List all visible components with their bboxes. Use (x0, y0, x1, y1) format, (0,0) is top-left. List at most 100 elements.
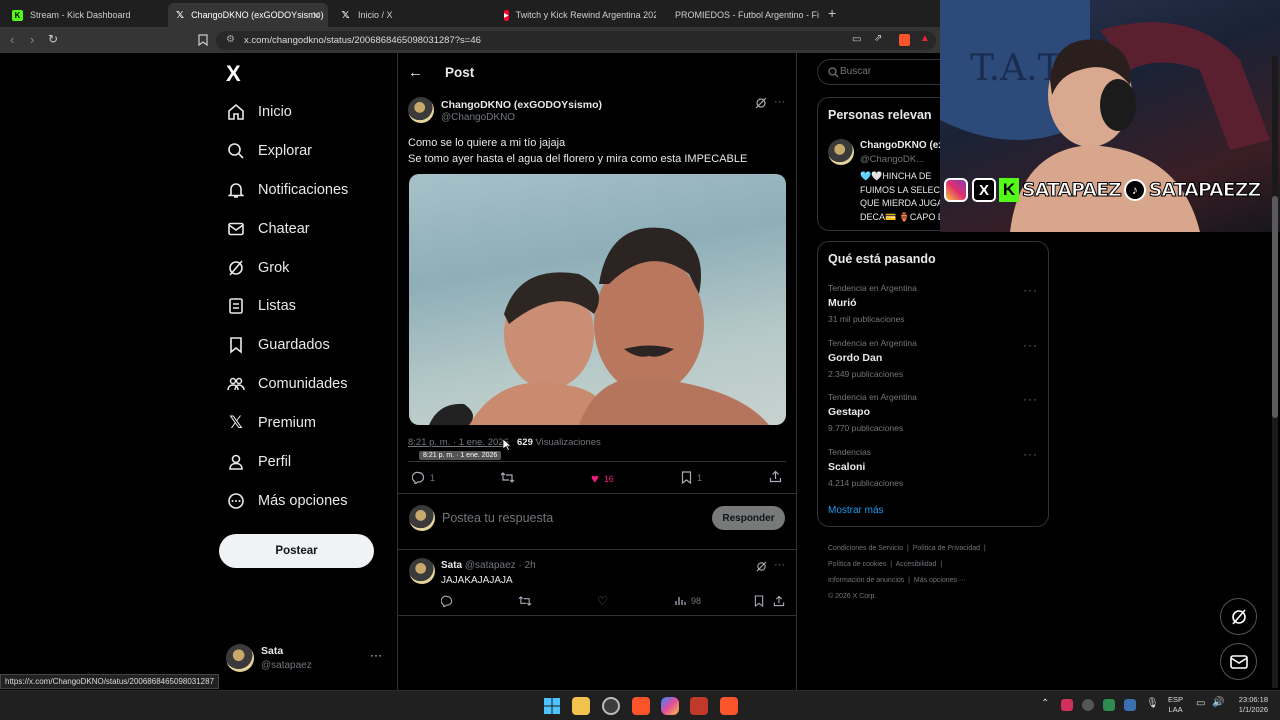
brave-rewards-icon[interactable]: ▲ (920, 33, 930, 44)
sidebar-item-inicio[interactable]: Inicio (226, 96, 292, 128)
app-icon[interactable] (690, 697, 708, 715)
footer-link[interactable]: Política de cookies (828, 561, 886, 568)
tray-app-icon[interactable] (1082, 699, 1094, 711)
site-info-icon[interactable]: ⚙ (226, 34, 235, 45)
footer-link[interactable]: Información de anuncios (828, 577, 904, 584)
messages-floating-button[interactable] (1220, 643, 1257, 680)
sidebar-item-notificaciones[interactable]: Notificaciones (226, 174, 348, 206)
reply-input[interactable]: Postea tu respuesta (442, 511, 553, 525)
avatar[interactable] (409, 558, 435, 584)
sidebar-item-guardados[interactable]: Guardados (226, 329, 330, 361)
reply-author-name[interactable]: Sata (441, 560, 462, 571)
brave-shield-icon[interactable] (899, 34, 910, 46)
reply-bookmark-button[interactable] (754, 595, 764, 607)
trend-item[interactable]: Tendencias Scaloni 4.214 publicaciones ·… (828, 447, 1038, 488)
x-logo-icon[interactable]: X (226, 61, 241, 87)
trend-item[interactable]: Tendencia en Argentina Gordo Dan 2.349 p… (828, 338, 1038, 379)
reply-reply-button[interactable] (441, 595, 453, 607)
sidebar-item-comunidades[interactable]: Comunidades (226, 368, 347, 400)
windows-start-icon[interactable] (543, 697, 561, 715)
reply-views[interactable]: 98 (675, 595, 701, 606)
post-button[interactable]: Postear (219, 534, 374, 568)
reload-icon[interactable]: ↻ (48, 32, 58, 46)
grok-icon[interactable] (756, 560, 767, 575)
search-input[interactable]: Buscar (817, 59, 957, 85)
footer-link[interactable]: Condiciones de Servicio (828, 545, 903, 552)
more-icon[interactable]: ··· (1023, 338, 1038, 352)
more-icon[interactable]: ··· (1023, 447, 1038, 461)
trend-item[interactable]: Tendencia en Argentina Murió 31 mil publ… (828, 283, 1038, 324)
browser-tab-inicio[interactable]: 𝕏 Inicio / X (332, 3, 492, 27)
reply-author-handle[interactable]: @satapaez (465, 560, 516, 571)
cast-icon[interactable]: ▭ (852, 34, 861, 45)
language-indicator[interactable]: ESP LAA (1168, 695, 1183, 715)
new-tab-button[interactable]: + (828, 5, 836, 21)
author-name[interactable]: ChangoDKNO (exGODOYsismo) (441, 99, 602, 111)
relevant-name[interactable]: ChangoDKNO (ex (860, 140, 944, 151)
show-more-link[interactable]: Mostrar más (828, 505, 884, 516)
more-icon[interactable]: ··· (774, 559, 785, 571)
relevant-handle[interactable]: @ChangoDK... (860, 154, 924, 165)
scrollbar[interactable] (1272, 56, 1278, 688)
post-timestamp[interactable]: 8:21 p. m. · 1 ene. 2026 (408, 437, 509, 448)
browser-tab-kick[interactable]: K Stream - Kick Dashboard (4, 3, 168, 27)
reply-share-button[interactable] (773, 595, 785, 607)
brave-icon[interactable] (632, 697, 650, 715)
grok-icon[interactable] (755, 97, 767, 112)
footer-link[interactable]: Política de Privacidad (913, 545, 980, 552)
reply-button[interactable]: 1 (412, 471, 435, 484)
tray-app-icon[interactable] (1124, 699, 1136, 711)
sidebar-item-perfil[interactable]: Perfil (226, 446, 291, 478)
more-icon[interactable]: ··· (370, 648, 382, 662)
post-image[interactable] (409, 174, 786, 425)
sidebar-item-premium[interactable]: 𝕏 Premium (226, 407, 316, 439)
sidebar-item-listas[interactable]: Listas (226, 290, 296, 322)
forward-icon[interactable]: › (30, 32, 34, 47)
grok-floating-button[interactable] (1220, 598, 1257, 635)
volume-icon[interactable]: 🔊 (1212, 697, 1224, 708)
browser-tab-youtube[interactable]: ▶ Twitch y Kick Rewind Argentina 2025 (496, 3, 656, 27)
tray-app-icon[interactable] (1103, 699, 1115, 711)
back-icon[interactable]: ‹ (10, 32, 14, 47)
scrollbar-thumb[interactable] (1272, 196, 1278, 418)
trend-item[interactable]: Tendencia en Argentina Gestapo 9.770 pub… (828, 392, 1038, 433)
reply-button[interactable]: Responder (712, 506, 785, 530)
more-icon[interactable]: ··· (774, 96, 785, 108)
sidebar-item-grok[interactable]: Grok (226, 252, 289, 284)
share-icon[interactable]: ⇗ (874, 33, 882, 44)
like-button[interactable]: ♥ 16 (591, 471, 614, 486)
footer-link[interactable]: Más opciones ··· (914, 577, 966, 584)
author-handle[interactable]: @ChangoDKNO (441, 112, 515, 123)
repost-icon (518, 596, 532, 606)
reply-time[interactable]: · 2h (518, 560, 535, 571)
more-icon[interactable]: ··· (1023, 392, 1038, 406)
sidebar-item-mas-opciones[interactable]: Más opciones (226, 485, 347, 517)
network-icon[interactable]: ▭ (1196, 698, 1205, 709)
account-switcher[interactable]: Sata @satapaez ··· (226, 640, 386, 676)
browser-tab-changodkno[interactable]: 𝕏 ChangoDKNO (exGODOYsismo) ✕ (168, 3, 328, 27)
sidebar-item-explorar[interactable]: Explorar (226, 135, 312, 167)
share-button[interactable] (769, 470, 782, 483)
avatar[interactable] (828, 139, 854, 165)
repost-button[interactable] (500, 471, 519, 484)
reply-repost-button[interactable] (518, 595, 532, 607)
footer-link[interactable]: Accesibilidad (896, 561, 937, 568)
tray-app-icon[interactable] (1061, 699, 1073, 711)
bookmark-page-icon[interactable] (198, 34, 208, 46)
obs-icon[interactable] (602, 697, 620, 715)
tray-chevron-icon[interactable]: ⌃ (1041, 698, 1049, 709)
bookmark-button[interactable]: 1 (681, 471, 702, 484)
file-explorer-icon[interactable] (572, 697, 590, 715)
url-bar[interactable]: ⚙ x.com/changodkno/status/20068684650980… (216, 31, 936, 50)
microphone-icon[interactable]: 🎙 (1146, 698, 1159, 709)
more-icon[interactable]: ··· (1023, 283, 1038, 297)
reply-like-button[interactable]: ♡ (597, 594, 608, 608)
clock[interactable]: 23:06:18 1/1/2026 (1230, 695, 1268, 715)
sidebar-item-chatear[interactable]: Chatear (226, 213, 310, 245)
author-avatar[interactable] (408, 97, 434, 123)
brave-icon[interactable] (720, 697, 738, 715)
back-arrow-icon[interactable]: ← (408, 64, 423, 81)
close-tab-icon[interactable]: ✕ (312, 9, 321, 22)
browser-tab-promiedos[interactable]: PROMIEDOS - Futbol Argentino - Fi (660, 3, 820, 27)
copilot-icon[interactable] (661, 697, 679, 715)
